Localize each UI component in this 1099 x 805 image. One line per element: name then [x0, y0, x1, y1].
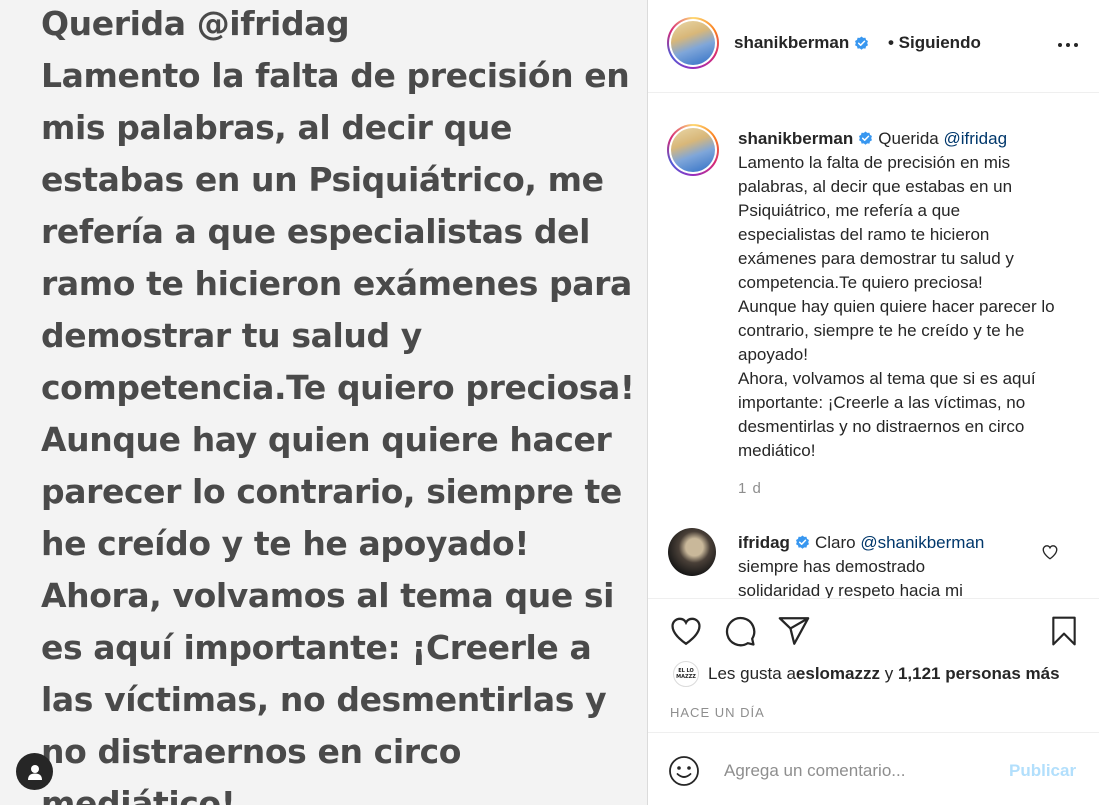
avatar[interactable] — [671, 21, 715, 65]
image-text-line: refería a que especialistas del — [41, 212, 591, 251]
comments-list[interactable]: shanikberman Querida @ifridag Lamento la … — [648, 94, 1099, 598]
avatar[interactable] — [668, 528, 716, 576]
verified-badge-icon — [859, 130, 873, 145]
more-options-icon[interactable] — [1056, 36, 1080, 54]
post-actions: EL LO MAZZZ Les gusta a eslomazzz y 1,12… — [648, 598, 1099, 732]
comment-prefix: Claro — [814, 533, 861, 552]
image-text-line: mis palabras, al decir que — [41, 108, 512, 147]
comment-mention[interactable]: @shanikberman — [860, 533, 984, 552]
post-header: shanikberman • Siguiendo — [648, 0, 1099, 93]
image-text-line: parecer lo contrario, siempre te — [41, 472, 622, 511]
image-text-line: competencia.Te quiero preciosa! — [41, 368, 635, 407]
image-text-line: es aquí importante: ¡Creerle a — [41, 628, 592, 667]
verified-badge-icon — [795, 534, 809, 549]
caption-username[interactable]: shanikberman — [738, 129, 853, 148]
image-text-line: Aunque hay quien quiere hacer — [41, 420, 612, 459]
image-text-line: Querida @ifridag — [41, 4, 350, 43]
send-icon — [778, 617, 810, 645]
header-username[interactable]: shanikberman — [734, 33, 849, 53]
image-text-line: ramo te hicieron exámenes para — [41, 264, 632, 303]
likes-count[interactable]: 1,121 personas más — [898, 664, 1060, 684]
header-username-wrap: shanikberman — [734, 33, 869, 53]
avatar[interactable] — [671, 128, 715, 172]
likes-prefix: Les gusta a — [708, 664, 796, 683]
bookmark-icon — [1052, 616, 1076, 646]
post-timestamp[interactable]: HACE UN DÍA — [670, 705, 765, 720]
emoji-icon[interactable] — [668, 755, 700, 787]
tagged-users-button[interactable] — [16, 753, 53, 790]
following-status[interactable]: • Siguiendo — [888, 33, 981, 53]
likes-summary: EL LO MAZZZ Les gusta a eslomazzz y 1,12… — [673, 661, 1060, 687]
story-ring[interactable] — [667, 124, 719, 176]
image-text-line: mediático! — [41, 784, 236, 805]
story-ring[interactable] — [667, 17, 719, 69]
caption-mention[interactable]: @ifridag — [943, 129, 1007, 148]
liker-username[interactable]: eslomazzz — [796, 664, 880, 684]
image-text-line: no distraernos en circo — [41, 732, 462, 771]
comment-body: siempre has demostrado solidaridad y res… — [738, 557, 963, 598]
save-button[interactable] — [1046, 613, 1082, 649]
comment-button[interactable] — [722, 613, 758, 649]
likes-middle: y — [880, 664, 898, 683]
image-text-line: Ahora, volvamos al tema que si — [41, 576, 615, 615]
image-text-line: estabas en un Psiquiátrico, me — [41, 160, 604, 199]
user-icon — [27, 764, 42, 780]
comment-input[interactable] — [724, 753, 984, 789]
image-text-line: demostrar tu salud y — [41, 316, 422, 355]
caption-prefix: Querida — [878, 129, 944, 148]
comment-text: ifridag Claro @shanikberman siempre has d… — [738, 531, 1038, 598]
post-image[interactable]: Querida @ifridag Lamento la falta de pre… — [0, 0, 647, 805]
heart-icon — [671, 617, 701, 646]
post-image-text: Querida @ifridag Lamento la falta de pre… — [41, 0, 635, 805]
liker-avatar[interactable]: EL LO MAZZZ — [673, 661, 699, 687]
caption-timestamp[interactable]: 1 d — [738, 480, 762, 497]
like-button[interactable] — [668, 613, 704, 649]
comment-icon — [725, 616, 756, 647]
publish-button[interactable]: Publicar — [1009, 761, 1076, 781]
image-text-line: he creído y te he apoyado! — [41, 524, 529, 563]
add-comment-bar: Publicar — [648, 732, 1099, 805]
share-button[interactable] — [776, 613, 812, 649]
caption-body: Lamento la falta de precisión en mis pal… — [738, 153, 1055, 460]
heart-icon[interactable] — [1041, 543, 1059, 561]
post-sidebar: shanikberman • Siguiendo shanikberman Que… — [648, 0, 1099, 805]
comment-username[interactable]: ifridag — [738, 533, 790, 552]
image-text-line: las víctimas, no desmentirlas y — [41, 680, 607, 719]
caption-text: shanikberman Querida @ifridag Lamento la … — [738, 127, 1058, 463]
verified-badge-icon — [855, 35, 869, 50]
image-text-line: Lamento la falta de precisión en — [41, 56, 630, 95]
